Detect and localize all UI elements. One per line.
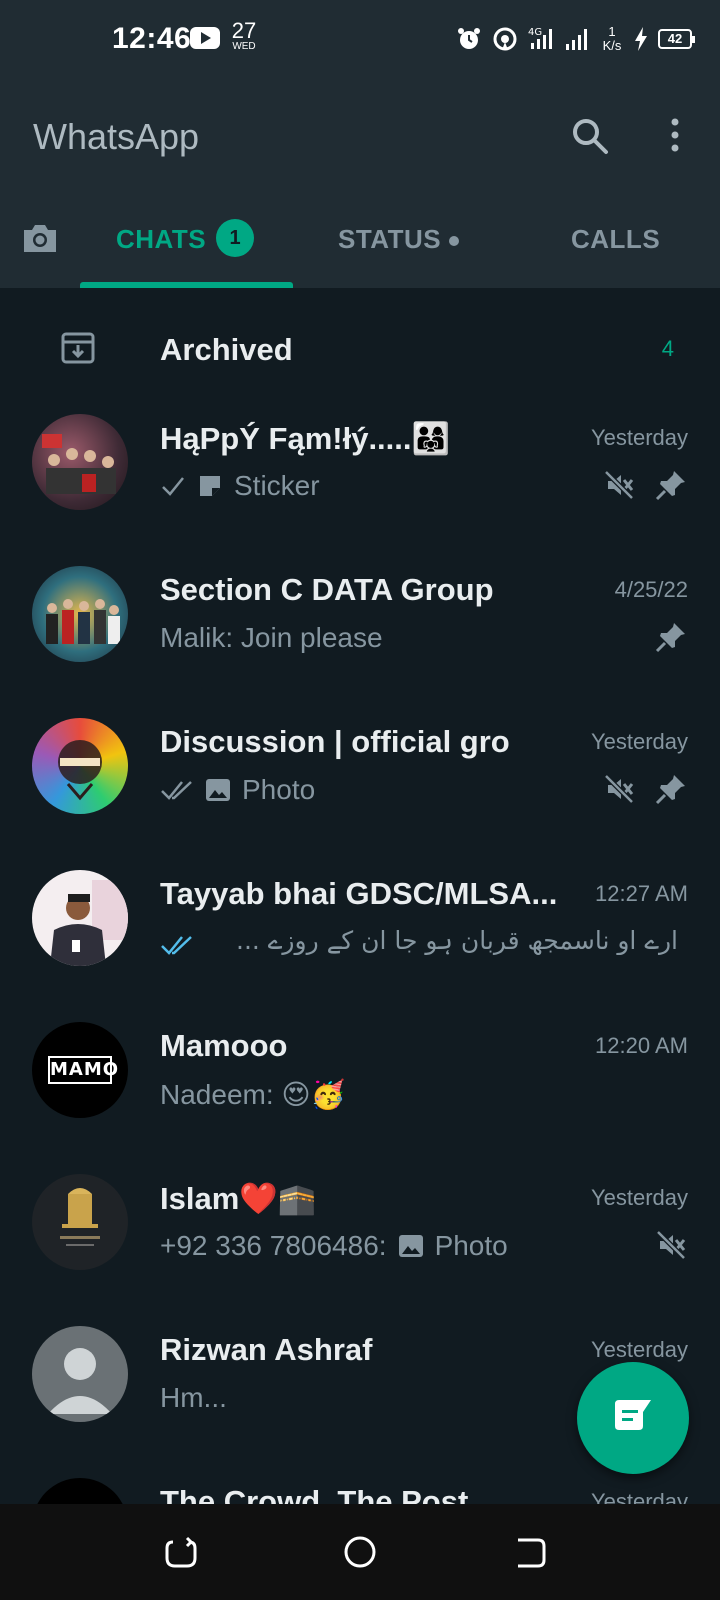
status-date-weekday: WED	[232, 41, 256, 52]
chat-preview: +92 336 7806486: Photo	[160, 1230, 600, 1262]
chat-row-mamooo[interactable]: MAMO Mamooo 12:20 AM Nadeem: 😍🥳	[0, 1006, 720, 1158]
back-icon[interactable]	[512, 1534, 548, 1570]
network-speed: 1 K/s	[600, 25, 624, 52]
app-title: WhatsApp	[33, 116, 200, 157]
photo-icon	[206, 779, 230, 801]
avatar-logo-text: MAMO	[48, 1056, 118, 1084]
muted-icon	[604, 774, 634, 804]
chat-preview: Sticker	[160, 470, 600, 502]
chat-preview: Photo	[160, 774, 600, 806]
archived-count: 4	[661, 336, 674, 361]
avatar	[32, 718, 128, 814]
chats-unread-badge: 1	[216, 219, 254, 257]
archived-row[interactable]: Archived 4	[0, 300, 720, 396]
chat-preview-text: Nadeem: 😍🥳	[160, 1079, 346, 1110]
youtube-icon	[190, 27, 220, 49]
avatar	[32, 1174, 128, 1270]
alarm-icon	[458, 28, 480, 49]
home-icon[interactable]	[342, 1534, 378, 1570]
pin-icon	[655, 471, 685, 501]
chat-preview-text: Hm...	[160, 1382, 227, 1413]
chat-preview-text: ارے او ناسمجھ قربان ہو جا ان کے روزے ...	[236, 926, 678, 955]
tab-bar: CHATS 1 STATUS CALLS	[0, 192, 720, 288]
pin-icon	[655, 623, 685, 653]
tab-chats[interactable]: CHATS	[116, 224, 206, 255]
network-speed-value: 1	[608, 24, 616, 40]
signal-4g-icon: 4G	[528, 27, 552, 49]
chat-name: Section C DATA Group	[160, 572, 494, 607]
avatar	[32, 870, 128, 966]
tab-status[interactable]: STATUS	[338, 224, 441, 255]
new-chat-icon	[615, 1400, 651, 1430]
chat-row-islam[interactable]: Islam❤️🕋 Yesterday +92 336 7806486: Phot…	[0, 1158, 720, 1310]
chat-row-section-c[interactable]: Section C DATA Group 4/25/22 Malik: Join…	[0, 550, 720, 702]
chat-time: 12:20 AM	[595, 1033, 688, 1058]
search-icon[interactable]	[570, 116, 610, 156]
signal-icon	[566, 29, 587, 50]
system-nav-bar	[0, 1504, 720, 1600]
double-tick-icon	[161, 781, 192, 800]
pin-icon	[655, 775, 685, 805]
muted-icon	[604, 470, 634, 500]
chat-status-icons	[654, 620, 688, 654]
chat-time: Yesterday	[590, 1337, 688, 1362]
status-new-dot	[449, 236, 459, 246]
default-avatar-icon	[32, 1326, 128, 1422]
chat-status-icons	[602, 468, 688, 502]
recents-icon[interactable]	[163, 1534, 199, 1570]
charging-icon	[635, 27, 647, 51]
chat-status-icons	[602, 772, 688, 806]
avatar	[32, 414, 128, 510]
app-bar: WhatsApp	[0, 82, 720, 192]
status-time: 12:46	[112, 22, 192, 55]
chat-preview-text: Photo	[434, 1230, 508, 1261]
chat-preview: Malik: Join please	[160, 622, 600, 654]
status-bar: 12:46 27 WED 4G 1 K/s 42	[0, 0, 720, 82]
status-date: 27 WED	[228, 20, 260, 52]
chat-name: Tayyab bhai GDSC/MLSA...	[160, 876, 558, 911]
chat-name: Discussion | official gro	[160, 724, 510, 759]
muted-icon	[656, 1230, 686, 1260]
chat-preview: Hm...	[160, 1382, 600, 1414]
chat-row-discussion[interactable]: Discussion | official gro Yesterday Phot…	[0, 702, 720, 854]
chat-name: HąPpÝ Fąm!łý.....👨‍👩‍👧	[160, 421, 451, 456]
chat-time: Yesterday	[590, 425, 688, 450]
status-date-day: 27	[231, 18, 257, 43]
chat-name: Rizwan Ashraf	[160, 1332, 373, 1367]
new-chat-button[interactable]	[577, 1362, 689, 1474]
chat-name: Islam❤️🕋	[160, 1181, 317, 1216]
archived-label: Archived	[160, 332, 293, 367]
chat-time: Yesterday	[590, 1185, 688, 1210]
avatar	[32, 566, 128, 662]
battery-icon: 42	[658, 29, 695, 49]
chat-row-happy-family[interactable]: HąPpÝ Fąm!łý.....👨‍👩‍👧 Yesterday Sticker	[0, 398, 720, 550]
chat-preview-text: Sticker	[234, 470, 320, 501]
chat-preview-text: Photo	[242, 774, 316, 805]
chat-name: Mamooo	[160, 1028, 288, 1063]
single-tick-icon	[162, 477, 184, 496]
chat-time: 4/25/22	[614, 577, 688, 602]
tab-calls[interactable]: CALLS	[571, 224, 660, 255]
archive-icon	[61, 332, 95, 364]
more-options-icon[interactable]	[660, 116, 690, 156]
status-indicators: 4G 1 K/s 42	[456, 24, 695, 54]
chat-time: Yesterday	[590, 729, 688, 754]
hotspot-icon	[493, 27, 517, 51]
double-tick-read-icon	[161, 936, 192, 955]
network-speed-unit: K/s	[602, 38, 622, 53]
chat-status-icons	[654, 1228, 688, 1262]
chat-preview-text: Malik: Join please	[160, 622, 383, 653]
chat-time: 12:27 AM	[595, 881, 688, 906]
chat-row-tayyab[interactable]: Tayyab bhai GDSC/MLSA... 12:27 AM ارے او…	[0, 854, 720, 1006]
photo-icon	[398, 1235, 423, 1257]
active-tab-indicator	[80, 282, 293, 288]
camera-icon[interactable]	[20, 218, 60, 258]
network-type: 4G	[528, 27, 542, 38]
avatar: MAMO	[32, 1022, 128, 1118]
chat-preview-sender: +92 336 7806486:	[160, 1230, 387, 1261]
sticker-icon	[200, 476, 220, 496]
chat-preview: Nadeem: 😍🥳	[160, 1078, 600, 1111]
